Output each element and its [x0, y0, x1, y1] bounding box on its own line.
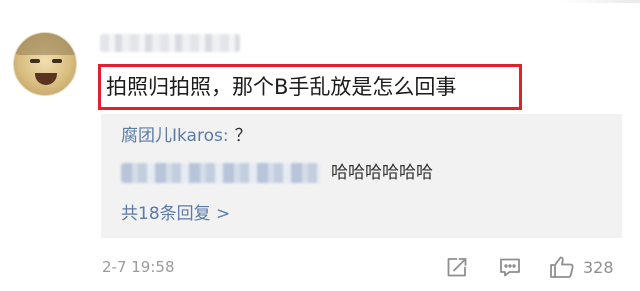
blurred-username[interactable]: [100, 34, 240, 52]
top-divider-fragment: [560, 0, 640, 3]
reply-text: ？: [234, 126, 252, 146]
reply-button[interactable]: [498, 255, 522, 279]
thumbs-up-icon: [549, 255, 575, 279]
comment-card: 拍照归拍照，那个B手乱放是怎么回事 腐团儿Ikaros:？ 哈哈哈哈哈哈 共18…: [0, 0, 640, 291]
avatar-hair: [14, 33, 76, 55]
like-count: 328: [583, 257, 614, 277]
avatar[interactable]: [13, 32, 77, 96]
like-button[interactable]: 328: [549, 255, 614, 279]
avatar-eye-left: [30, 59, 40, 63]
reply-author[interactable]: 腐团儿Ikaros:: [121, 126, 229, 146]
avatar-mouth: [35, 73, 57, 85]
blurred-reply-author[interactable]: [121, 163, 321, 183]
reply-panel: 腐团儿Ikaros:？ 哈哈哈哈哈哈 共18条回复 >: [101, 114, 622, 238]
reply-item[interactable]: 腐团儿Ikaros:？: [121, 124, 252, 148]
share-icon: [445, 255, 469, 279]
avatar-eye-right: [52, 59, 62, 63]
comment-icon: [498, 255, 522, 279]
share-button[interactable]: [445, 255, 469, 279]
comment-timestamp: 2-7 19:58: [102, 258, 175, 276]
reply-item[interactable]: 哈哈哈哈哈哈: [121, 161, 433, 185]
reply-text: 哈哈哈哈哈哈: [331, 163, 433, 183]
view-all-replies-link[interactable]: 共18条回复 >: [121, 202, 230, 226]
comment-text: 拍照归拍照，那个B手乱放是怎么回事: [106, 75, 457, 99]
